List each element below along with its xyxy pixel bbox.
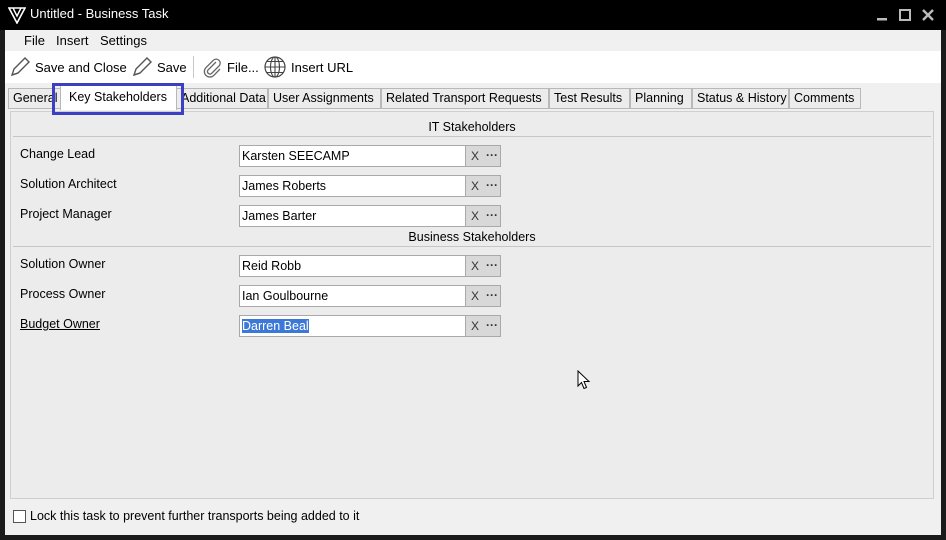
solution-owner-input[interactable]: Reid Robb bbox=[239, 255, 466, 277]
field-label-solution-owner: Solution Owner bbox=[20, 257, 106, 271]
bottom-bar: Lock this task to prevent further transp… bbox=[5, 503, 941, 531]
tab-test-results[interactable]: Test Results bbox=[549, 88, 630, 109]
solution-architect-field: James Roberts X ··· bbox=[239, 175, 501, 197]
save-label: Save bbox=[157, 59, 187, 75]
pencil-icon bbox=[10, 57, 30, 77]
minimize-icon[interactable] bbox=[874, 7, 890, 23]
browse-button[interactable]: ··· bbox=[484, 175, 501, 197]
menu-bar: File Insert Settings bbox=[5, 30, 941, 51]
save-and-close-label: Save and Close bbox=[35, 59, 127, 75]
lock-task-checkbox[interactable] bbox=[13, 510, 26, 523]
tab-related-transport-requests[interactable]: Related Transport Requests bbox=[381, 88, 549, 109]
process-owner-input[interactable]: Ian Goulbourne bbox=[239, 285, 466, 307]
tab-planning[interactable]: Planning bbox=[630, 88, 692, 109]
solution-architect-input[interactable]: James Roberts bbox=[239, 175, 466, 197]
field-label-solution-architect: Solution Architect bbox=[20, 177, 117, 191]
save-button[interactable]: Save bbox=[131, 55, 187, 79]
clear-button[interactable]: X bbox=[466, 175, 484, 197]
browse-button[interactable]: ··· bbox=[484, 145, 501, 167]
section-divider bbox=[13, 136, 931, 137]
tab-additional-data[interactable]: Additional Data bbox=[176, 88, 268, 109]
browse-button[interactable]: ··· bbox=[484, 315, 501, 337]
field-label-budget-owner[interactable]: Budget Owner bbox=[20, 317, 100, 331]
insert-url-button[interactable]: Insert URL bbox=[263, 55, 353, 79]
attach-file-button[interactable]: File... bbox=[201, 55, 259, 79]
menu-file[interactable]: File bbox=[24, 33, 45, 48]
toolbar: Save and Close Save File... Insert URL bbox=[5, 51, 941, 83]
dialog-body: File Insert Settings Save and Close Save bbox=[5, 30, 941, 535]
clear-button[interactable]: X bbox=[466, 205, 484, 227]
tab-comments[interactable]: Comments bbox=[789, 88, 861, 109]
mouse-pointer-icon bbox=[577, 370, 591, 390]
tab-user-assignments[interactable]: User Assignments bbox=[268, 88, 381, 109]
project-manager-input[interactable]: James Barter bbox=[239, 205, 466, 227]
menu-settings[interactable]: Settings bbox=[100, 33, 147, 48]
clear-button[interactable]: X bbox=[466, 285, 484, 307]
selected-text: Darren Beal bbox=[242, 319, 309, 333]
section-it-stakeholders: IT Stakeholders bbox=[428, 120, 516, 134]
pencil-icon bbox=[132, 57, 152, 77]
maximize-icon[interactable] bbox=[897, 7, 913, 23]
project-manager-field: James Barter X ··· bbox=[239, 205, 501, 227]
globe-icon bbox=[264, 56, 286, 78]
process-owner-field: Ian Goulbourne X ··· bbox=[239, 285, 501, 307]
section-divider bbox=[13, 246, 931, 247]
budget-owner-input[interactable]: Darren Beal bbox=[239, 315, 466, 337]
field-label-change-lead: Change Lead bbox=[20, 147, 96, 161]
clear-button[interactable]: X bbox=[466, 255, 484, 277]
tab-status-history[interactable]: Status & History bbox=[692, 88, 789, 109]
tab-highlight-box bbox=[52, 83, 184, 115]
paperclip-icon bbox=[203, 58, 221, 78]
budget-owner-field: Darren Beal X ··· bbox=[239, 315, 501, 337]
menu-insert[interactable]: Insert bbox=[56, 33, 89, 48]
app-logo-icon bbox=[8, 7, 26, 24]
lock-task-label[interactable]: Lock this task to prevent further transp… bbox=[30, 509, 359, 523]
field-label-process-owner: Process Owner bbox=[20, 287, 106, 301]
change-lead-input[interactable]: Karsten SEECAMP bbox=[239, 145, 466, 167]
browse-button[interactable]: ··· bbox=[484, 285, 501, 307]
section-business-stakeholders: Business Stakeholders bbox=[408, 230, 536, 244]
window-title: Untitled - Business Task bbox=[30, 6, 169, 21]
clear-button[interactable]: X bbox=[466, 145, 484, 167]
title-bar: Untitled - Business Task bbox=[0, 0, 946, 30]
clear-button[interactable]: X bbox=[466, 315, 484, 337]
save-and-close-button[interactable]: Save and Close bbox=[9, 55, 127, 79]
toolbar-separator bbox=[193, 56, 194, 78]
insert-url-label: Insert URL bbox=[291, 59, 354, 75]
key-stakeholders-panel: IT Stakeholders Change Lead Karsten SEEC… bbox=[10, 111, 934, 499]
solution-owner-field: Reid Robb X ··· bbox=[239, 255, 501, 277]
app-window: Untitled - Business Task File Insert Set… bbox=[0, 0, 946, 540]
change-lead-field: Karsten SEECAMP X ··· bbox=[239, 145, 501, 167]
browse-button[interactable]: ··· bbox=[484, 205, 501, 227]
close-icon[interactable] bbox=[920, 7, 936, 23]
file-label: File... bbox=[227, 59, 259, 75]
browse-button[interactable]: ··· bbox=[484, 255, 501, 277]
field-label-project-manager: Project Manager bbox=[20, 207, 112, 221]
